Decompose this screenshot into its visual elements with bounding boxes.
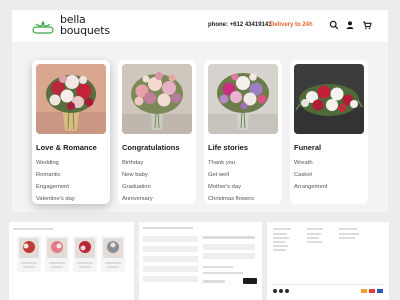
- text-placeholder: [203, 280, 225, 283]
- text-placeholder: [23, 266, 35, 268]
- category-link[interactable]: Romantic: [36, 169, 75, 181]
- mini-product-card: [101, 236, 125, 272]
- category-card-love-romance[interactable]: Love & Romance Wedding Romantic Engageme…: [32, 60, 110, 204]
- text-placeholder: [49, 262, 65, 264]
- text-placeholder: [273, 249, 286, 251]
- text-placeholder: [339, 237, 355, 239]
- mini-product-card: [45, 236, 69, 272]
- text-placeholder: [307, 241, 322, 243]
- text-placeholder: [307, 233, 321, 235]
- social-icon-placeholder: [273, 289, 277, 293]
- logo-icon: [32, 21, 54, 34]
- form-field-placeholder: [143, 246, 198, 252]
- user-icon[interactable]: [345, 20, 355, 30]
- category-links: Birthday New baby Graduation Anniversary: [122, 157, 153, 205]
- category-link[interactable]: Get well: [208, 169, 254, 181]
- category-panel: Love & Romance Wedding Romantic Engageme…: [12, 42, 388, 212]
- site-header: bella bouquets phone: +612 43419143 Deli…: [12, 10, 388, 42]
- brand-name-line2: bouquets: [60, 24, 110, 37]
- text-placeholder: [273, 233, 287, 235]
- text-placeholder: [107, 266, 119, 268]
- pay-button-placeholder: [243, 278, 257, 284]
- mini-bouquet-image: [75, 238, 95, 258]
- text-placeholder: [105, 262, 121, 264]
- text-placeholder: [339, 228, 357, 230]
- text-placeholder: [143, 227, 193, 229]
- category-card-congratulations[interactable]: Congratulations Birthday New baby Gradua…: [118, 60, 196, 204]
- mini-bouquet-image: [103, 238, 123, 258]
- text-placeholder: [307, 228, 323, 230]
- payment-icon-placeholder: [369, 289, 375, 293]
- category-link[interactable]: Birthday: [122, 157, 153, 169]
- text-placeholder: [203, 266, 233, 268]
- brand-name: bella bouquets: [60, 14, 110, 36]
- category-links: Wedding Romantic Engagement Valentine's …: [36, 157, 75, 205]
- category-title: Congratulations: [122, 143, 180, 152]
- category-link[interactable]: Thank you: [208, 157, 254, 169]
- search-icon[interactable]: [329, 20, 339, 30]
- divider: [273, 284, 383, 285]
- form-field-placeholder: [143, 256, 198, 262]
- bouquet-image: [208, 64, 278, 134]
- category-title: Love & Romance: [36, 143, 97, 152]
- bouquet-image: [294, 64, 364, 134]
- brand-logo[interactable]: bella bouquets: [32, 14, 112, 40]
- preview-thumbnail-checkout[interactable]: [139, 222, 262, 300]
- bouquet-image: [122, 64, 192, 134]
- category-link[interactable]: Engagement: [36, 181, 75, 193]
- text-placeholder: [273, 245, 288, 247]
- preview-thumbnail-catalog[interactable]: [9, 222, 134, 300]
- category-title: Life stories: [208, 143, 249, 152]
- text-placeholder: [339, 233, 359, 235]
- text-placeholder: [203, 272, 243, 274]
- category-link[interactable]: New baby: [122, 169, 153, 181]
- form-field-placeholder: [143, 276, 198, 282]
- payment-icon-placeholder: [361, 289, 367, 293]
- cart-icon[interactable]: [362, 20, 372, 30]
- phone-number[interactable]: phone: +612 43419143: [208, 22, 272, 28]
- text-placeholder: [79, 266, 91, 268]
- category-title: Funeral: [294, 143, 322, 152]
- social-icon-placeholder: [279, 289, 283, 293]
- category-link[interactable]: Arrangement: [294, 181, 328, 193]
- mini-bouquet-image: [47, 238, 67, 258]
- category-card-funeral[interactable]: Funeral Wreath Casket Arrangement: [290, 60, 368, 204]
- text-placeholder: [13, 228, 53, 230]
- social-icon-placeholder: [285, 289, 289, 293]
- category-link[interactable]: Casket: [294, 169, 328, 181]
- category-links: Thank you Get well Mother's day Christma…: [208, 157, 254, 205]
- text-placeholder: [307, 237, 319, 239]
- form-field-placeholder: [203, 253, 255, 259]
- category-link[interactable]: Anniversary: [122, 193, 153, 205]
- bouquet-image: [36, 64, 106, 134]
- category-link[interactable]: Christmas flowers: [208, 193, 254, 205]
- mini-bouquet-image: [19, 238, 39, 258]
- preview-thumbnail-footer[interactable]: [267, 222, 389, 300]
- form-field-placeholder: [203, 244, 255, 250]
- text-placeholder: [51, 266, 63, 268]
- form-field-placeholder: [143, 236, 198, 242]
- mini-product-card: [17, 236, 41, 272]
- category-link[interactable]: Mother's day: [208, 181, 254, 193]
- category-links: Wreath Casket Arrangement: [294, 157, 328, 193]
- text-placeholder: [273, 241, 285, 243]
- text-placeholder: [203, 236, 255, 239]
- text-placeholder: [273, 237, 289, 239]
- category-link[interactable]: Valentine's day: [36, 193, 75, 205]
- text-placeholder: [273, 228, 291, 230]
- mini-product-card: [73, 236, 97, 272]
- category-link[interactable]: Wreath: [294, 157, 328, 169]
- form-field-placeholder: [143, 266, 198, 272]
- category-link[interactable]: Wedding: [36, 157, 75, 169]
- payment-icon-placeholder: [377, 289, 383, 293]
- text-placeholder: [77, 262, 93, 264]
- category-link[interactable]: Graduation: [122, 181, 153, 193]
- delivery-note: Delivery to 24h: [270, 22, 313, 28]
- category-card-life-stories[interactable]: Life stories Thank you Get well Mother's…: [204, 60, 282, 204]
- text-placeholder: [21, 262, 37, 264]
